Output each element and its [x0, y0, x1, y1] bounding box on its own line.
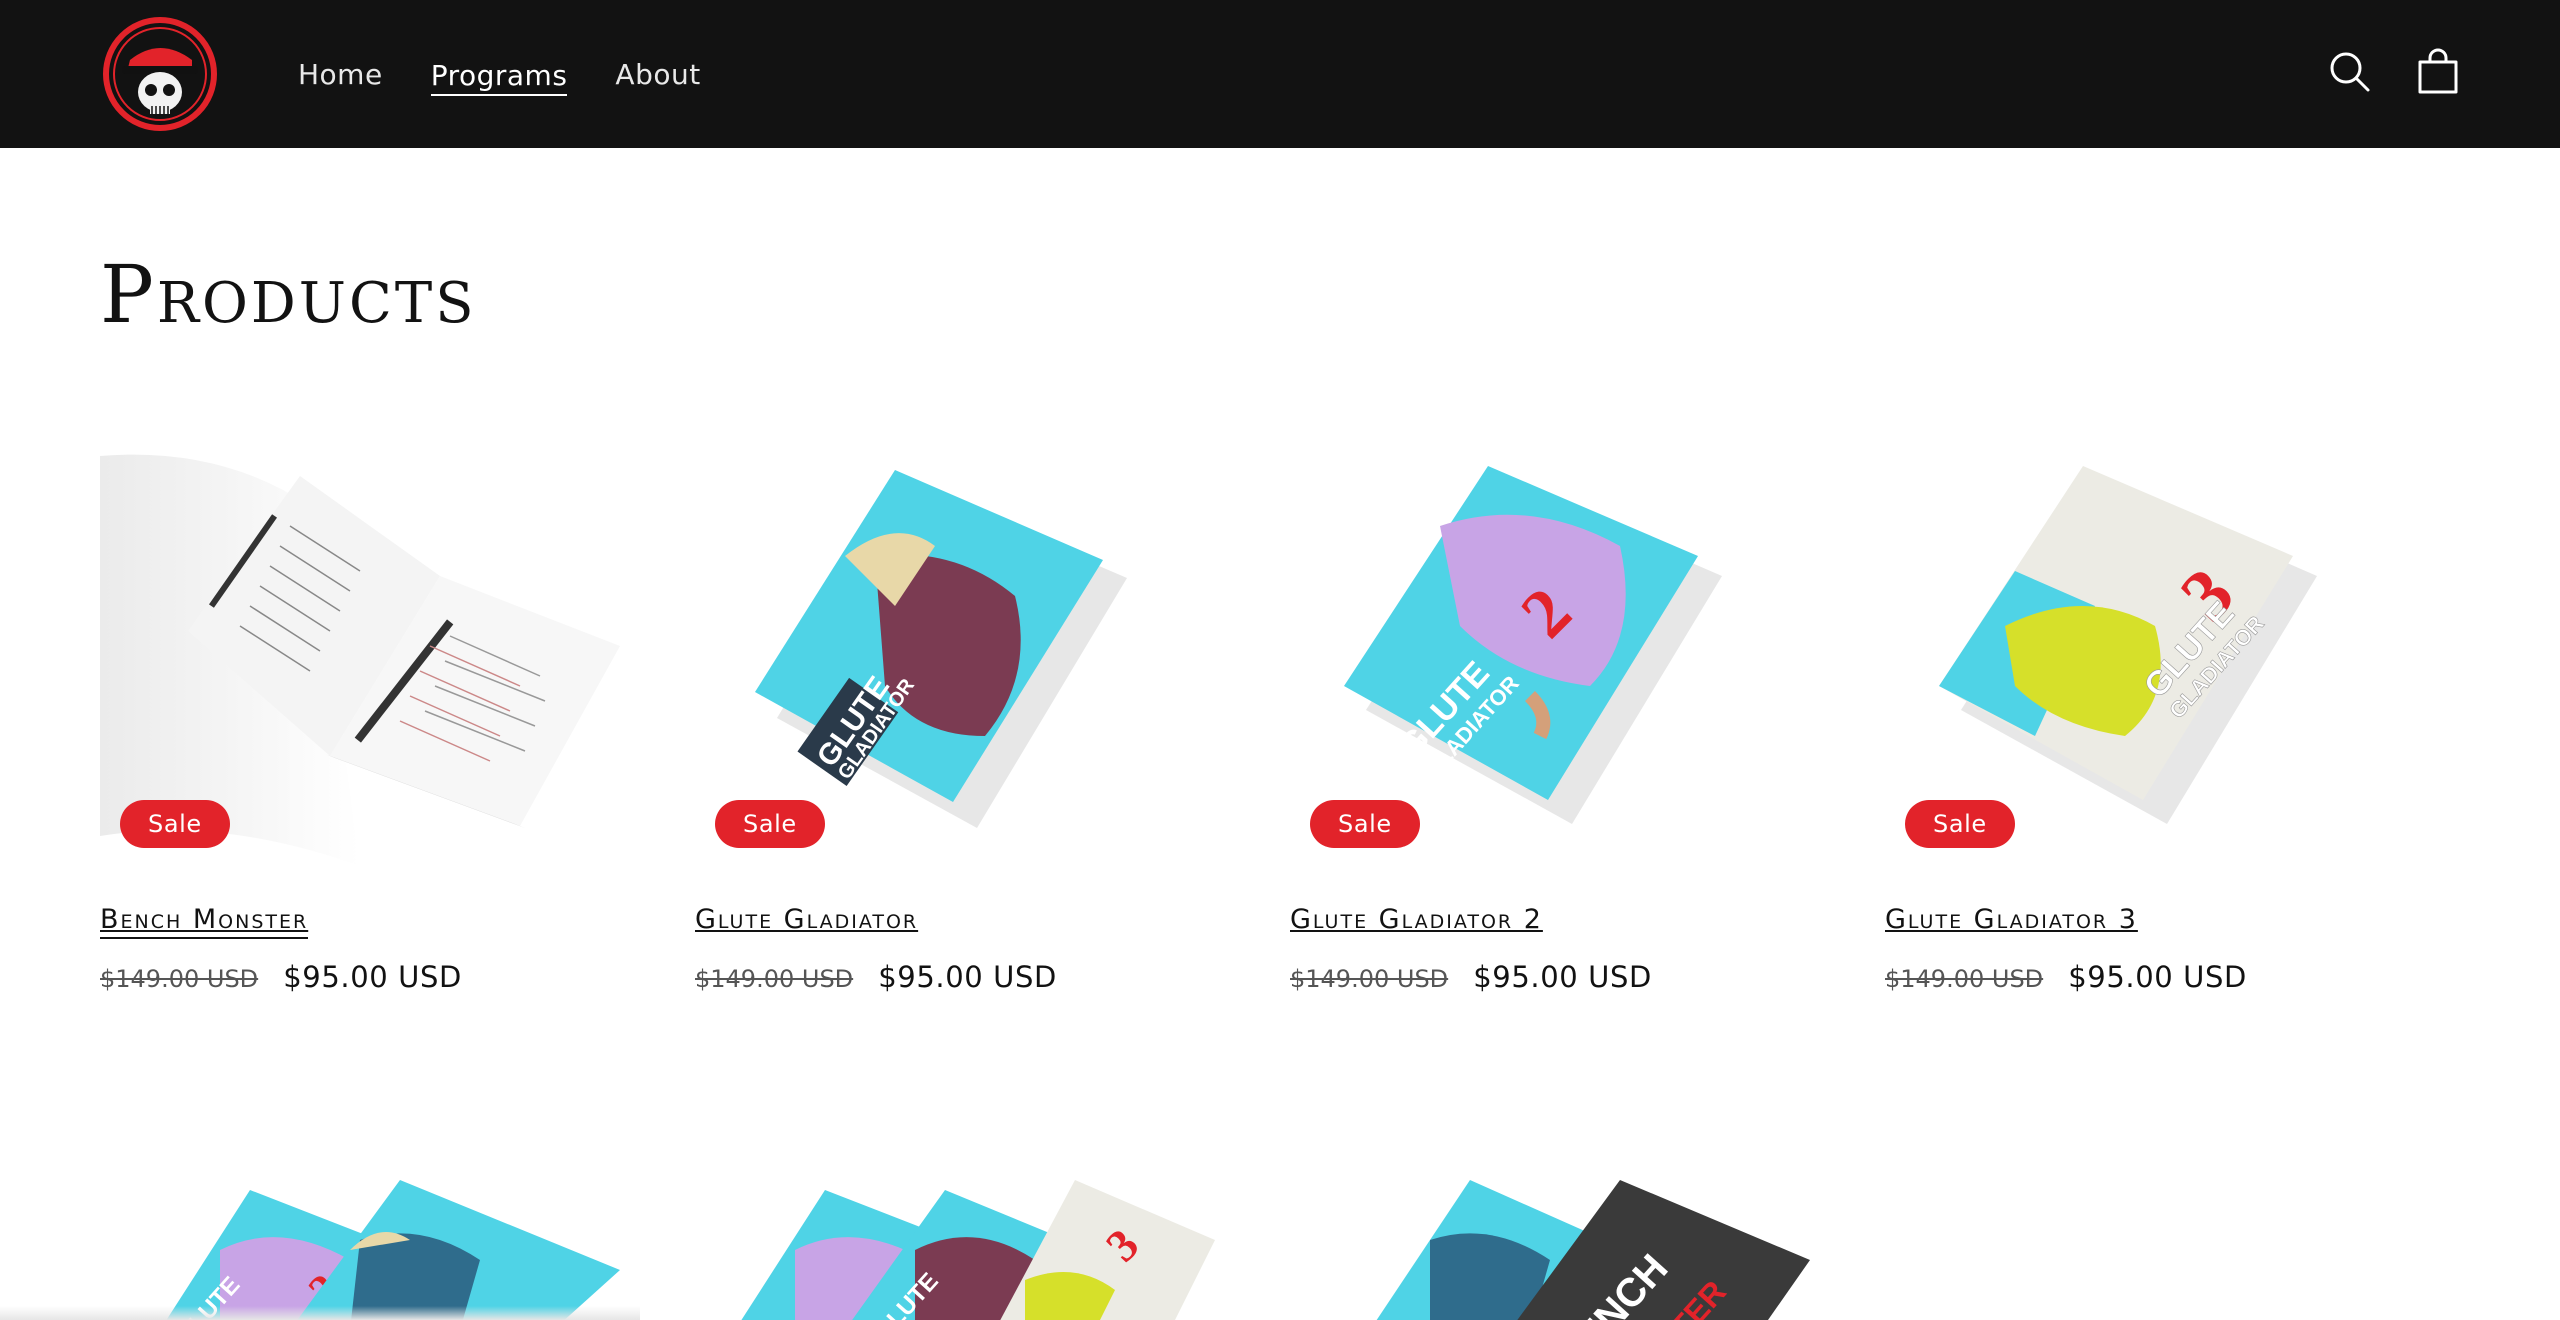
- sale-badge: Sale: [715, 800, 825, 848]
- product-title[interactable]: Bench Monster: [100, 904, 309, 939]
- main-nav: Home Programs About: [298, 0, 701, 148]
- product-image[interactable]: 2 GLUTE: [100, 1160, 620, 1320]
- compare-price: $149.00 USD: [695, 965, 854, 993]
- nav-home[interactable]: Home: [298, 52, 383, 97]
- product-price: $149.00 USD $95.00 USD: [695, 960, 1057, 994]
- product-card[interactable]: 2 GLUTE GLADIATOR Sale Glute Gladiator 2…: [1290, 436, 1810, 994]
- product-title[interactable]: Glute Gladiator 3: [1885, 904, 2138, 935]
- sale-price: $95.00 USD: [1473, 960, 1652, 994]
- product-card[interactable]: Sale Bench Monster $149.00 USD $95.00 US…: [100, 436, 620, 994]
- cart-icon[interactable]: [2410, 44, 2466, 100]
- product-card[interactable]: GLUTE GLADIATOR Sale Glute Gladiator $14…: [695, 436, 1215, 994]
- product-price: $149.00 USD $95.00 USD: [1290, 960, 1652, 994]
- sale-price: $95.00 USD: [878, 960, 1057, 994]
- nav-programs[interactable]: Programs: [430, 53, 568, 96]
- product-title[interactable]: Glute Gladiator 2: [1290, 904, 1543, 935]
- product-card[interactable]: 3 GLUTE GLADIATOR Sale Glute Gladiator 3…: [1885, 436, 2405, 994]
- product-price: $149.00 USD $95.00 USD: [100, 960, 462, 994]
- search-icon[interactable]: [2322, 44, 2378, 100]
- sale-price: $95.00 USD: [283, 960, 462, 994]
- compare-price: $149.00 USD: [100, 965, 259, 993]
- product-image[interactable]: Sale: [100, 436, 620, 876]
- sale-badge: Sale: [1905, 800, 2015, 848]
- sale-badge: Sale: [1310, 800, 1420, 848]
- compare-price: $149.00 USD: [1885, 965, 2044, 993]
- product-title[interactable]: Glute Gladiator: [695, 904, 918, 935]
- product-image[interactable]: 2 GLUTE 3: [695, 1160, 1215, 1320]
- product-image[interactable]: 2 GLUTE GLADIATOR Sale: [1290, 436, 1810, 876]
- product-image[interactable]: GLUTE GLADIATOR Sale: [695, 436, 1215, 876]
- nav-about[interactable]: About: [615, 52, 700, 97]
- sale-badge: Sale: [120, 800, 230, 848]
- sale-price: $95.00 USD: [2068, 960, 2247, 994]
- brand-logo[interactable]: [100, 14, 220, 134]
- product-price: $149.00 USD $95.00 USD: [1885, 960, 2247, 994]
- product-image[interactable]: 3 GLUTE GLADIATOR Sale: [1885, 436, 2405, 876]
- product-image[interactable]: ENCH STER: [1290, 1160, 1810, 1320]
- compare-price: $149.00 USD: [1290, 965, 1449, 993]
- bottom-shadow: [0, 1306, 640, 1320]
- page-title: Products: [100, 248, 477, 341]
- site-header: Home Programs About: [0, 0, 2560, 148]
